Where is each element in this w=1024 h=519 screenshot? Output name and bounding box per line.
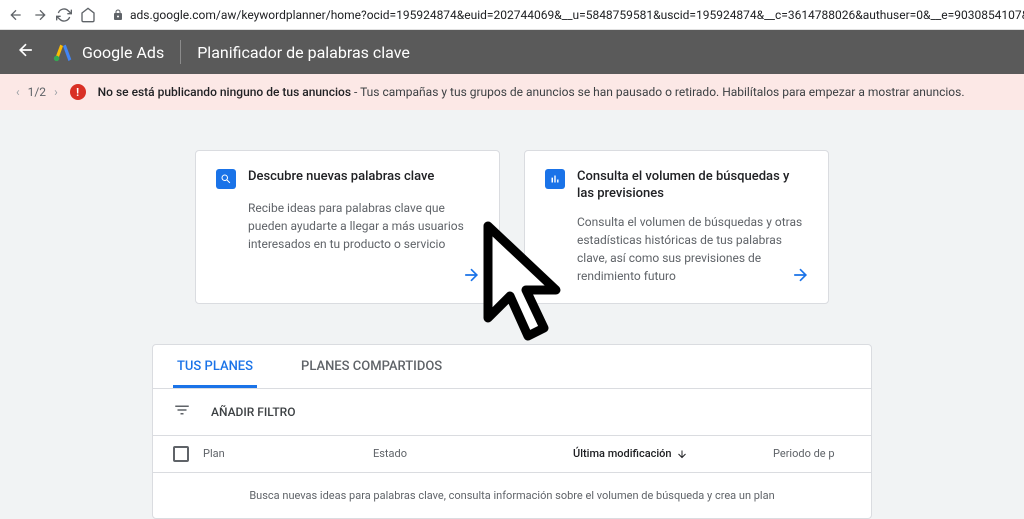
google-ads-logo-icon: [52, 41, 74, 63]
tab-your-plans[interactable]: TUS PLANES: [153, 345, 277, 388]
card-description: Recibe ideas para palabras clave que pue…: [216, 199, 479, 253]
card-description: Consulta el volumen de búsquedas y otras…: [545, 213, 808, 285]
notification-count: 1/2: [28, 85, 46, 99]
column-periodo[interactable]: Periodo de p: [773, 447, 851, 460]
page-title: Planificador de palabras clave: [197, 43, 410, 62]
chart-icon: [545, 169, 565, 189]
notification-next-button[interactable]: ›: [54, 85, 58, 99]
filter-icon[interactable]: [173, 401, 191, 423]
url-text: ads.google.com/aw/keywordplanner/home?oc…: [130, 8, 1024, 22]
url-bar[interactable]: ads.google.com/aw/keywordplanner/home?oc…: [104, 8, 1024, 22]
column-estado[interactable]: Estado: [373, 447, 573, 460]
arrow-right-icon: [461, 265, 481, 289]
select-all-checkbox[interactable]: [173, 446, 203, 462]
main-content: Descubre nuevas palabras clave Recibe id…: [0, 110, 1024, 519]
browser-reload-button[interactable]: [56, 5, 72, 25]
browser-home-button[interactable]: [80, 5, 96, 25]
filter-row: AÑADIR FILTRO: [153, 389, 871, 436]
browser-forward-button[interactable]: [32, 5, 48, 25]
browser-back-button[interactable]: [8, 5, 24, 25]
tabs: TUS PLANES PLANES COMPARTIDOS: [153, 345, 871, 389]
notification-desc: - Tus campañas y tus grupos de anuncios …: [351, 85, 964, 99]
arrow-right-icon: [790, 265, 810, 289]
notification-text: No se está publicando ninguno de tus anu…: [98, 85, 965, 99]
empty-state-message: Busca nuevas ideas para palabras clave, …: [153, 473, 871, 518]
notification-pager: ‹ 1/2 ›: [16, 85, 58, 99]
column-plan[interactable]: Plan: [203, 447, 373, 460]
card-title: Descubre nuevas palabras clave: [248, 169, 434, 189]
cards-row: Descubre nuevas palabras clave Recibe id…: [195, 150, 829, 304]
logo-text: Google Ads: [82, 43, 164, 62]
header-divider: [180, 40, 181, 64]
sort-down-icon: [676, 448, 688, 460]
browser-toolbar: ads.google.com/aw/keywordplanner/home?oc…: [0, 0, 1024, 30]
search-volume-card[interactable]: Consulta el volumen de búsquedas y las p…: [524, 150, 829, 304]
app-header: Google Ads Planificador de palabras clav…: [0, 30, 1024, 74]
card-title: Consulta el volumen de búsquedas y las p…: [577, 169, 808, 203]
search-icon: [216, 169, 236, 189]
tab-shared-plans[interactable]: PLANES COMPARTIDOS: [277, 345, 466, 388]
table-header: Plan Estado Última modificación Periodo …: [153, 436, 871, 473]
plans-section: TUS PLANES PLANES COMPARTIDOS AÑADIR FIL…: [152, 344, 872, 519]
alert-icon: !: [70, 84, 86, 100]
discover-keywords-card[interactable]: Descubre nuevas palabras clave Recibe id…: [195, 150, 500, 304]
logo[interactable]: Google Ads: [52, 41, 164, 63]
notification-title: No se está publicando ninguno de tus anu…: [98, 85, 351, 99]
header-back-button[interactable]: [16, 40, 36, 64]
lock-icon: [112, 9, 124, 21]
notification-prev-button[interactable]: ‹: [16, 85, 20, 99]
notification-bar: ‹ 1/2 › ! No se está publicando ninguno …: [0, 74, 1024, 110]
column-modificacion[interactable]: Última modificación: [573, 447, 773, 460]
add-filter-button[interactable]: AÑADIR FILTRO: [211, 405, 295, 419]
